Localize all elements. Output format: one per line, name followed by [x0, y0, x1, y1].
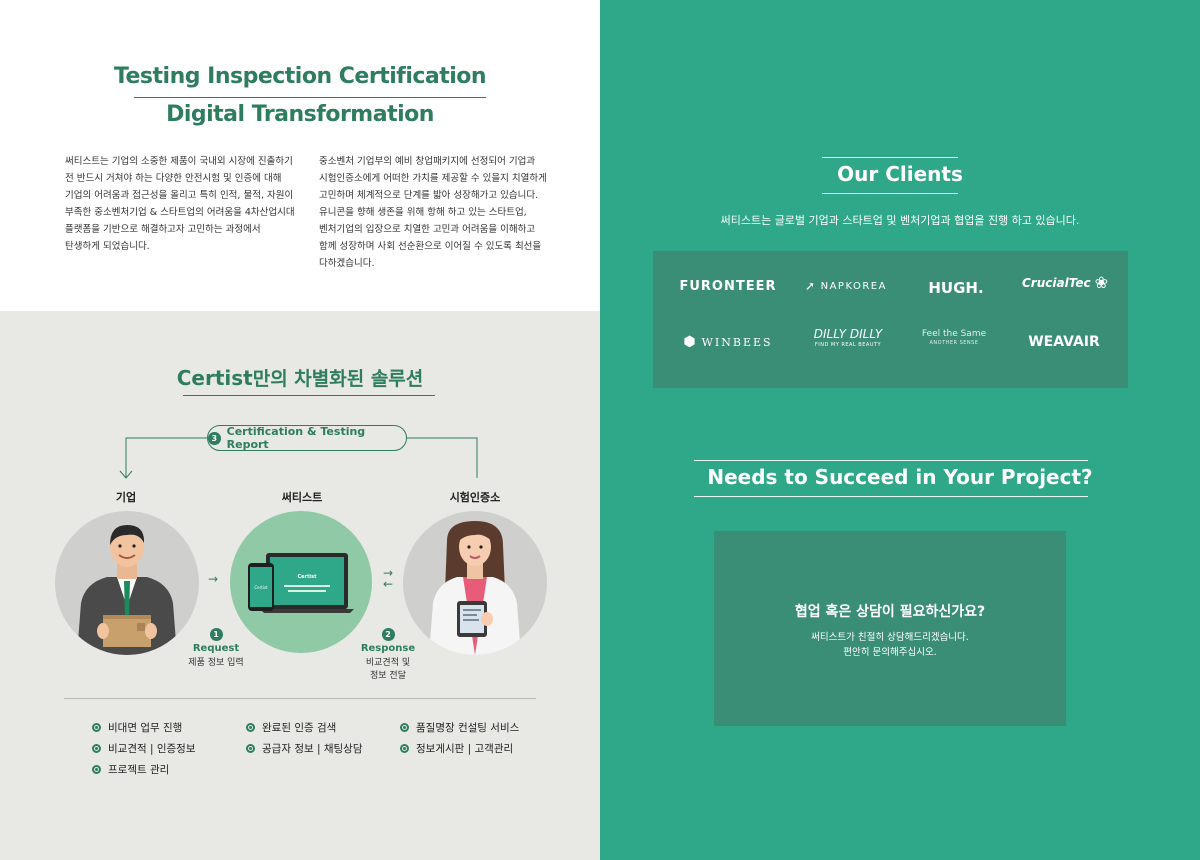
bullet-icon	[400, 723, 409, 732]
feature-item: 비대면 업무 진행	[92, 720, 182, 735]
features-divider	[64, 698, 536, 699]
feature-item: 완료된 인증 검색	[246, 720, 336, 735]
step1-desc: 제품 정보 입력	[188, 658, 244, 668]
feature-item: 정보게시판 | 고객관리	[400, 741, 513, 756]
clients-title-rule-top	[822, 157, 958, 158]
contact-box[interactable]: 협업 혹은 상담이 필요하신가요? 써티스트가 친절히 상담해드리겠습니다. 편…	[714, 531, 1066, 726]
logo-dilly-dilly: DILLY DILLY FIND MY REAL BEAUTY	[793, 327, 903, 348]
logo-winbees-text: WINBEES	[701, 335, 773, 349]
company-label: 기업	[115, 491, 137, 504]
bullet-icon	[92, 723, 101, 732]
logo-feel-the-same: Feel the Same ANOTHER SENSE	[899, 329, 1009, 346]
logo-feel-tagline: ANOTHER SENSE	[929, 340, 979, 346]
logo-napkorea: ➚ NAPKOREA	[791, 279, 901, 293]
feature-label: 정보게시판 | 고객관리	[416, 743, 514, 755]
bullet-icon	[400, 744, 409, 753]
step3-badge: 3	[208, 431, 221, 445]
feature-label: 비교견적 | 인증정보	[108, 743, 196, 755]
logo-crucialtec: CrucialTec ❀	[1009, 273, 1121, 292]
logo-dilly-text: DILLY DILLY	[813, 327, 883, 341]
feature-item: 비교견적 | 인증정보	[92, 741, 196, 756]
logo-napkorea-text: NAPKOREA	[820, 280, 887, 292]
step2-desc: 비교견적 및 정보 전달	[338, 657, 438, 683]
needs-title: Needs to Succeed in Your Project?	[707, 465, 1093, 489]
feature-label: 비대면 업무 진행	[108, 722, 183, 734]
logo-winbees: ⬢ WINBEES	[673, 334, 783, 350]
feature-label: 프로젝트 관리	[108, 764, 170, 776]
needs-title-rule-top	[694, 460, 1088, 461]
contact-question: 협업 혹은 상담이 필요하신가요?	[794, 604, 986, 620]
feature-item: 공급자 정보 | 채팅상담	[246, 741, 363, 756]
needs-title-rule-bottom	[694, 496, 1088, 497]
napkorea-icon: ➚	[805, 279, 817, 293]
logo-crucialtec-text: CrucialTec	[1021, 275, 1091, 290]
certification-report-label: Certification & Testing Report	[226, 425, 366, 451]
feature-item: 품질명장 컨설팅 서비스	[400, 720, 519, 735]
clients-subtitle: 써티스트는 글로벌 기업과 스타트업 및 벤처기업과 협업을 진행 하고 있습니…	[720, 214, 1080, 227]
laptop-screen-brand: Certist	[298, 574, 318, 580]
arrow-exchange-icon: → ←	[383, 566, 394, 591]
logo-hugh: HUGH.	[928, 279, 984, 297]
certist-label: 써티스트	[281, 491, 323, 504]
feature-label: 품질명장 컨설팅 서비스	[416, 722, 520, 734]
clients-title-rule-bottom	[822, 193, 958, 194]
crucialtec-icon: ❀	[1094, 273, 1108, 292]
step1-badge: 1	[209, 628, 223, 641]
bullet-icon	[246, 723, 255, 732]
step2-name: Response	[360, 643, 416, 654]
bullet-icon	[92, 765, 101, 774]
bullet-icon	[246, 744, 255, 753]
client-logos-grid: FURONTEER ➚ NAPKOREA HUGH. CrucialTec ❀ ⬢ W…	[653, 251, 1128, 388]
step2-desc-line: 정보 전달	[370, 671, 406, 681]
step-request: 1 Request 제품 정보 입력	[166, 622, 266, 670]
step2-badge: 2	[381, 628, 395, 641]
certification-report-pill: 3 Certification & Testing Report	[207, 425, 407, 451]
contact-desc-line1: 써티스트가 친절히 상담해드리겠습니다.	[811, 632, 969, 643]
logo-dilly-tagline: FIND MY REAL BEAUTY	[814, 342, 882, 348]
phone-screen-brand: Certist	[254, 585, 268, 590]
clients-contact-section	[600, 0, 1200, 860]
arrow-right-icon: →	[208, 572, 219, 586]
logo-feel-text: Feel the Same	[921, 329, 987, 339]
logo-furonteer: FURONTEER	[679, 279, 777, 294]
logo-weavair: WEAVAIR	[1028, 334, 1100, 350]
step-response: 2 Response 비교견적 및 정보 전달	[338, 622, 438, 683]
feature-label: 공급자 정보 | 채팅상담	[262, 743, 363, 755]
agency-label: 시험인증소	[449, 491, 501, 504]
feature-item: 프로젝트 관리	[92, 762, 169, 777]
bullet-icon	[92, 744, 101, 753]
step1-name: Request	[192, 643, 240, 654]
winbees-icon: ⬢	[683, 334, 698, 350]
contact-desc-line2: 편안히 문의해주십시오.	[843, 647, 937, 658]
clients-title: Our Clients	[837, 162, 963, 186]
step2-desc-line: 비교견적 및	[365, 658, 411, 668]
feature-label: 완료된 인증 검색	[262, 722, 337, 734]
